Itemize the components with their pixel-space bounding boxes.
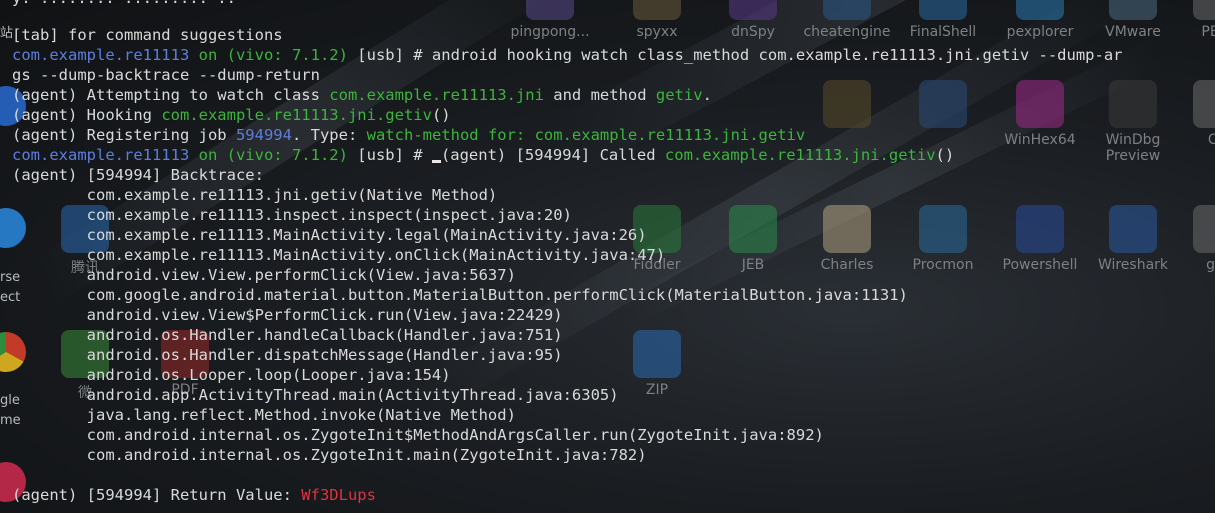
terminal-text-segment: [usb] # android hooking watch class_meth… xyxy=(357,46,1123,64)
terminal-line: android.os.Looper.loop(Looper.java:154) xyxy=(12,365,451,385)
terminal-line: (agent) Registering job 594994. Type: wa… xyxy=(12,125,805,145)
terminal-text-segment: (agent) Attempting to watch class xyxy=(12,86,330,104)
terminal-line: gs --dump-backtrace --dump-return xyxy=(12,65,320,85)
terminal-line: com.android.internal.os.ZygoteInit.main(… xyxy=(12,445,647,465)
terminal-text-segment: com.google.android.material.button.Mater… xyxy=(12,286,908,304)
terminal-line: android.os.Handler.handleCallback(Handle… xyxy=(12,325,563,345)
terminal-text-segment: com.example.re11113 xyxy=(12,146,199,164)
terminal-text-segment: and method xyxy=(543,86,656,104)
terminal-line: com.example.re11113.MainActivity.legal(M… xyxy=(12,225,647,245)
terminal-text-segment: com.example.re11113.jni xyxy=(329,86,544,104)
terminal-text-segment: com.example.re11113 xyxy=(12,46,199,64)
terminal-line: android.view.View.performClick(View.java… xyxy=(12,265,516,285)
terminal-text-segment: on (vivo: 7.1.2) xyxy=(198,46,358,64)
terminal-line: com.android.internal.os.ZygoteInit$Metho… xyxy=(12,425,824,445)
terminal-text-segment: (agent) [594994] Return Value: xyxy=(12,486,302,504)
terminal-text-segment: y: ........ ......... .. xyxy=(12,0,236,7)
terminal-text-segment: com.android.internal.os.ZygoteInit$Metho… xyxy=(12,426,824,444)
terminal-line: android.os.Handler.dispatchMessage(Handl… xyxy=(12,345,563,365)
terminal-text-segment: (agent) Hooking xyxy=(12,106,162,124)
terminal-text-segment: Wf3DLups xyxy=(301,486,376,504)
terminal-text-segment: android.os.Handler.dispatchMessage(Handl… xyxy=(12,346,563,364)
terminal-text-segment: android.view.View.performClick(View.java… xyxy=(12,266,516,284)
terminal-text-segment: (agent) [594994] Called xyxy=(440,146,665,164)
terminal-line: com.example.re11113.MainActivity.onClick… xyxy=(12,245,666,265)
terminal-line: android.view.View$PerformClick.run(View.… xyxy=(12,305,563,325)
terminal-text-segment: com.example.re11113.MainActivity.legal(M… xyxy=(12,226,647,244)
terminal-line: (agent) Attempting to watch class com.ex… xyxy=(12,85,712,105)
terminal-line: com.example.re11113 on (vivo: 7.1.2) [us… xyxy=(12,45,1123,65)
terminal-text-segment: () xyxy=(935,146,955,164)
terminal-line: com.example.re11113.inspect.inspect(insp… xyxy=(12,205,572,225)
terminal-line: y: ........ ......... .. xyxy=(12,0,236,8)
terminal-text-segment: () xyxy=(431,106,451,124)
terminal-text-segment: com.example.re11113.inspect.inspect(insp… xyxy=(12,206,572,224)
terminal-line: com.google.android.material.button.Mater… xyxy=(12,285,908,305)
terminal-text-segment: com.example.re11113.jni.getiv xyxy=(664,146,936,164)
terminal-text-segment: com.example.re11113.jni.getiv xyxy=(161,106,432,124)
terminal-text-segment: getiv xyxy=(655,86,703,104)
terminal-line: com.example.re11113.jni.getiv(Native Met… xyxy=(12,185,498,205)
terminal-line: [tab] for command suggestions xyxy=(12,25,283,45)
terminal-text-segment: android.view.View$PerformClick.run(View.… xyxy=(12,306,563,324)
terminal-text-segment: 594994 xyxy=(235,126,292,144)
terminal-text-segment: . xyxy=(702,86,712,104)
terminal-text-segment: on (vivo: 7.1.2) xyxy=(198,146,358,164)
terminal-window[interactable]: y: ........ ......... .. [tab] for comman… xyxy=(0,0,1215,513)
terminal-text-segment: android.os.Looper.loop(Looper.java:154) xyxy=(12,366,451,384)
terminal-line: (agent) [594994] Backtrace: xyxy=(12,165,264,185)
terminal-text-segment: [usb] # xyxy=(357,146,432,164)
terminal-text-segment: android.app.ActivityThread.main(Activity… xyxy=(12,386,619,404)
terminal-text-segment: (agent) [594994] Backtrace: xyxy=(12,166,264,184)
terminal-text-segment: android.os.Handler.handleCallback(Handle… xyxy=(12,326,563,344)
terminal-text-segment: java.lang.reflect.Method.invoke(Native M… xyxy=(12,406,516,424)
terminal-text-segment: com.example.re11113.jni.getiv(Native Met… xyxy=(12,186,498,204)
terminal-text-segment: com.example.re11113.MainActivity.onClick… xyxy=(12,246,666,264)
terminal-line: java.lang.reflect.Method.invoke(Native M… xyxy=(12,405,516,425)
terminal-text-segment: [tab] for command suggestions xyxy=(12,26,283,44)
terminal-text-segment: gs --dump-backtrace --dump-return xyxy=(12,66,320,84)
terminal-line: android.app.ActivityThread.main(Activity… xyxy=(12,385,619,405)
terminal-text-segment: . Type: xyxy=(291,126,367,144)
terminal-line: (agent) [594994] Return Value: Wf3DLups xyxy=(12,485,376,505)
terminal-text-segment: com.android.internal.os.ZygoteInit.main(… xyxy=(12,446,647,464)
terminal-text-segment: (agent) Registering job xyxy=(12,126,236,144)
terminal-line: com.example.re11113 on (vivo: 7.1.2) [us… xyxy=(12,145,954,165)
terminal-cursor xyxy=(431,160,441,163)
terminal-line: (agent) Hooking com.example.re11113.jni.… xyxy=(12,105,451,125)
terminal-text-segment: watch-method for: com.example.re11113.jn… xyxy=(366,126,806,144)
